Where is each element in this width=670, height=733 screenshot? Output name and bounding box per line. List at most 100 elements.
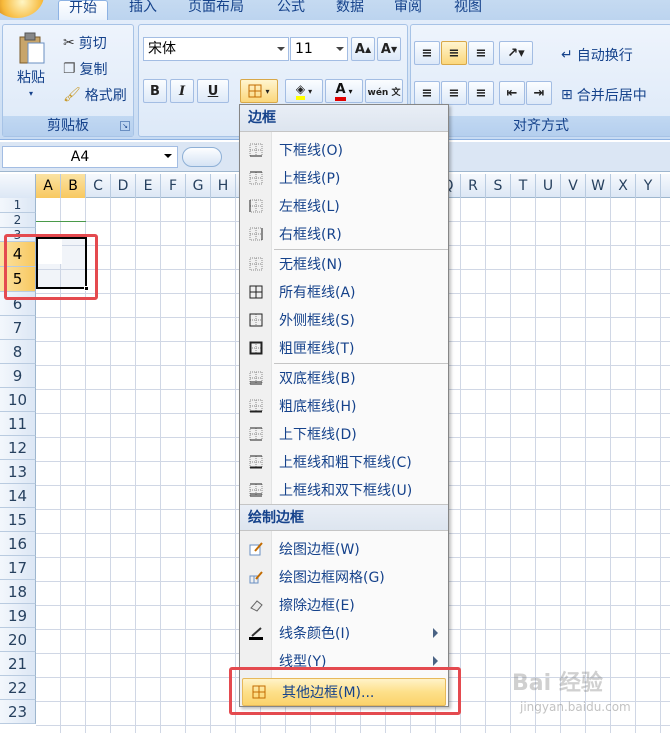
menu-item-thick-bottom-border[interactable]: 粗底框线(H) — [240, 392, 448, 420]
tab-review[interactable]: 审阅 — [394, 0, 422, 20]
menu-item-bottom-double-border[interactable]: 双底框线(B) — [240, 364, 448, 392]
scissors-icon: ✂ — [63, 35, 75, 51]
menu-item-draw-border-grid[interactable]: 绘图边框网格(G) — [240, 563, 448, 591]
row-header-12[interactable]: 12 — [0, 436, 36, 460]
italic-button[interactable]: I — [170, 79, 194, 103]
row-header-9[interactable]: 9 — [0, 364, 36, 388]
row-header-10[interactable]: 10 — [0, 388, 36, 412]
row-header-7[interactable]: 7 — [0, 316, 36, 340]
column-header-w[interactable]: W — [586, 174, 611, 198]
font-name-value: 宋体 — [148, 41, 176, 57]
tab-view[interactable]: 视图 — [454, 0, 482, 20]
align-left-button[interactable]: ≡ — [414, 81, 440, 105]
tab-insert[interactable]: 插入 — [129, 0, 157, 20]
align-right-button[interactable]: ≡ — [468, 81, 494, 105]
menu-item-left-border[interactable]: 左框线(L) — [240, 192, 448, 220]
menu-item-top-double-bottom-border[interactable]: 上框线和双下框线(U) — [240, 476, 448, 504]
shrink-font-button[interactable]: A ▼ — [377, 37, 401, 61]
copy-button[interactable]: ❐ 复制 — [63, 59, 108, 79]
row-header-21[interactable]: 21 — [0, 652, 36, 676]
column-header-y[interactable]: Y — [636, 174, 661, 198]
menu-item-label: 粗底框线(H) — [279, 399, 357, 415]
menu-item-all-borders[interactable]: 所有框线(A) — [240, 278, 448, 306]
row-header-13[interactable]: 13 — [0, 460, 36, 484]
line-style-icon — [249, 654, 263, 668]
row-header-15[interactable]: 15 — [0, 508, 36, 532]
tab-page-layout[interactable]: 页面布局 — [188, 0, 244, 20]
column-header-b[interactable]: B — [61, 174, 86, 198]
menu-item-erase-border[interactable]: 擦除边框(E) — [240, 591, 448, 619]
dialog-launcher-icon[interactable]: ↘ — [120, 121, 130, 131]
grow-font-button[interactable]: A ▲ — [351, 37, 375, 61]
cut-button[interactable]: ✂ 剪切 — [63, 33, 107, 53]
column-header-u[interactable]: U — [536, 174, 561, 198]
wrap-text-button[interactable]: ↵ 自动换行 — [561, 45, 633, 65]
row-header-17[interactable]: 17 — [0, 556, 36, 580]
format-painter-button[interactable]: 🖌 格式刷 — [63, 85, 127, 105]
column-header-t[interactable]: T — [511, 174, 536, 198]
increase-indent-button[interactable]: ⇥ — [526, 81, 552, 105]
row-header-18[interactable]: 18 — [0, 580, 36, 604]
menu-item-draw-border[interactable]: 绘图边框(W) — [240, 535, 448, 563]
office-button[interactable] — [0, 0, 44, 18]
paste-icon — [19, 32, 45, 64]
font-color-button[interactable]: A ▾ — [325, 79, 363, 103]
menu-item-top-bottom-border[interactable]: 上下框线(D) — [240, 420, 448, 448]
name-box[interactable]: A4 — [2, 146, 178, 168]
column-header-f[interactable]: F — [161, 174, 186, 198]
row-header-19[interactable]: 19 — [0, 604, 36, 628]
menu-item-outside-borders[interactable]: 外侧框线(S) — [240, 306, 448, 334]
align-top-button[interactable]: ≡ — [414, 41, 440, 65]
menu-item-label: 线条颜色(I) — [279, 626, 351, 642]
menu-item-right-border[interactable]: 右框线(R) — [240, 220, 448, 248]
column-header-a[interactable]: A — [36, 174, 61, 198]
row-header-20[interactable]: 20 — [0, 628, 36, 652]
column-header-x[interactable]: X — [611, 174, 636, 198]
tab-data[interactable]: 数据 — [336, 0, 364, 20]
row-header-1[interactable]: 1 — [0, 198, 36, 213]
align-bottom-button[interactable]: ≡ — [468, 41, 494, 65]
top-border-icon — [249, 171, 263, 185]
row-header-23[interactable]: 23 — [0, 700, 36, 724]
row-header-16[interactable]: 16 — [0, 532, 36, 556]
name-box-resize-handle[interactable] — [182, 147, 222, 167]
bold-button[interactable]: B — [143, 79, 167, 103]
column-header-e[interactable]: E — [136, 174, 161, 198]
column-header-c[interactable]: C — [86, 174, 111, 198]
menu-item-label: 上下框线(D) — [279, 427, 357, 443]
menu-item-no-border[interactable]: 无框线(N) — [240, 250, 448, 278]
row-header-11[interactable]: 11 — [0, 412, 36, 436]
menu-item-thick-box-border[interactable]: 粗匣框线(T) — [240, 334, 448, 362]
font-size-combo[interactable]: 11 — [290, 37, 348, 61]
row-header-22[interactable]: 22 — [0, 676, 36, 700]
row-header-14[interactable]: 14 — [0, 484, 36, 508]
paste-button[interactable]: 粘贴 ▾ — [9, 31, 53, 98]
menu-item-top-thick-bottom-border[interactable]: 上框线和粗下框线(C) — [240, 448, 448, 476]
tab-formulas[interactable]: 公式 — [277, 0, 305, 20]
phonetic-button[interactable]: wén 文 — [365, 79, 403, 103]
column-header-r[interactable]: R — [461, 174, 486, 198]
underline-button[interactable]: U — [197, 79, 229, 103]
decrease-indent-button[interactable]: ⇤ — [499, 81, 525, 105]
column-header-v[interactable]: V — [561, 174, 586, 198]
menu-item-bottom-border[interactable]: 下框线(O) — [240, 136, 448, 164]
column-header-g[interactable]: G — [186, 174, 211, 198]
align-middle-button[interactable]: ≡ — [441, 41, 467, 65]
row-header-2[interactable]: 2 — [0, 213, 36, 228]
column-header-d[interactable]: D — [111, 174, 136, 198]
tab-home[interactable]: 开始 — [58, 0, 108, 20]
watermark-logo: Bai 经验 — [512, 671, 603, 696]
font-name-combo[interactable]: 宋体 — [143, 37, 289, 61]
borders-button[interactable]: ▾ — [240, 79, 278, 103]
orientation-button[interactable]: ↗▾ — [499, 41, 533, 65]
merge-center-button[interactable]: ⊞ 合并后居中 — [561, 85, 647, 105]
select-all-corner[interactable] — [0, 174, 36, 198]
column-header-s[interactable]: S — [486, 174, 511, 198]
menu-item-line-color[interactable]: 线条颜色(I) — [240, 619, 448, 647]
row-header-8[interactable]: 8 — [0, 340, 36, 364]
fill-color-button[interactable]: ◈ ▾ — [285, 79, 323, 103]
menu-item-top-border[interactable]: 上框线(P) — [240, 164, 448, 192]
menu-header-draw-borders: 绘制边框 — [240, 504, 448, 531]
column-header-h[interactable]: H — [211, 174, 236, 198]
align-center-button[interactable]: ≡ — [441, 81, 467, 105]
